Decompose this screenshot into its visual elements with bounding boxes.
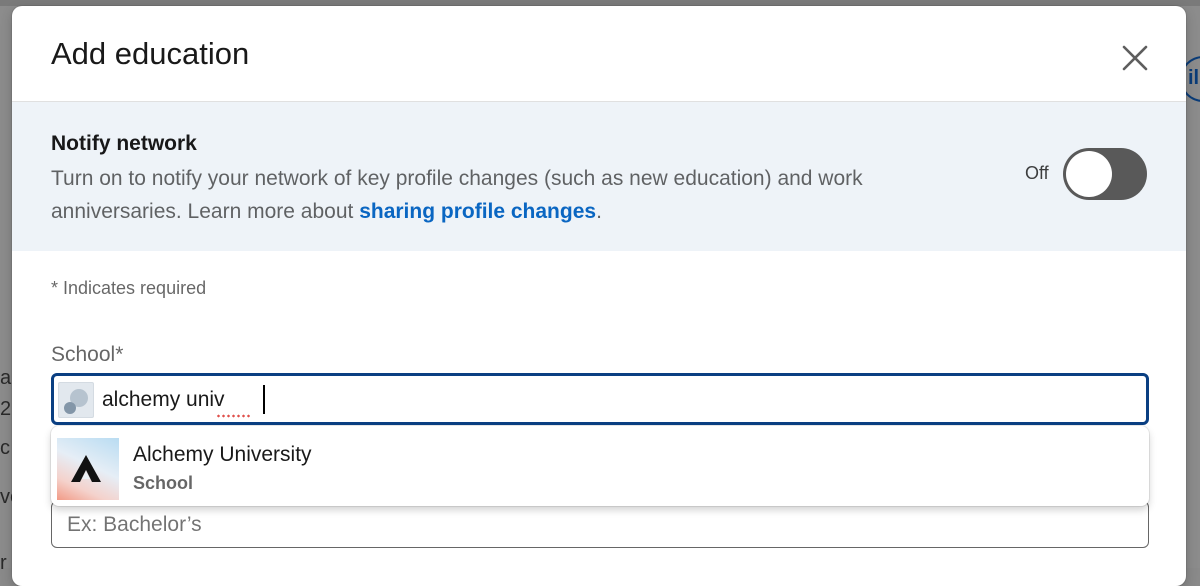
background-text-fragment: c	[0, 437, 10, 459]
modal-title: Add education	[51, 36, 250, 71]
add-education-modal: Add education Notify network Turn on to …	[12, 6, 1186, 586]
background-text-fragment: ve	[0, 486, 12, 508]
school-field[interactable]	[51, 373, 1149, 425]
school-logo	[57, 438, 119, 500]
suggestion-item[interactable]: Alchemy University School	[51, 426, 1149, 506]
required-note: * Indicates required	[51, 278, 207, 298]
close-icon	[1122, 45, 1148, 71]
suggestion-type: School	[133, 473, 194, 493]
alchemy-logo-icon	[71, 455, 101, 482]
modal-header: Add education	[12, 6, 1186, 102]
school-placeholder-icon	[58, 382, 94, 418]
notify-network-toggle[interactable]	[1063, 148, 1147, 200]
school-input[interactable]	[100, 380, 1144, 420]
background-text-fragment: a	[0, 367, 12, 389]
degree-input[interactable]	[65, 508, 1129, 542]
close-button[interactable]	[1112, 35, 1158, 81]
spellcheck-underline	[216, 414, 252, 418]
notify-network-panel: Notify network Turn on to notify your ne…	[12, 102, 1186, 251]
notify-network-description: Turn on to notify your network of key pr…	[51, 162, 971, 228]
notify-description-suffix: .	[596, 200, 602, 223]
background-text-fragment: 2	[0, 398, 12, 420]
suggestion-name: Alchemy University	[133, 443, 312, 466]
school-field-label: School*	[51, 343, 124, 366]
notify-network-title: Notify network	[51, 132, 197, 155]
toggle-state-label: Off	[1025, 163, 1049, 183]
sharing-profile-changes-link[interactable]: sharing profile changes	[359, 200, 596, 223]
toggle-knob	[1066, 151, 1112, 197]
degree-field[interactable]	[51, 501, 1149, 548]
school-suggestions-dropdown: Alchemy University School	[51, 426, 1149, 506]
background-text-fragment: r	[0, 552, 7, 574]
text-caret	[263, 385, 265, 414]
